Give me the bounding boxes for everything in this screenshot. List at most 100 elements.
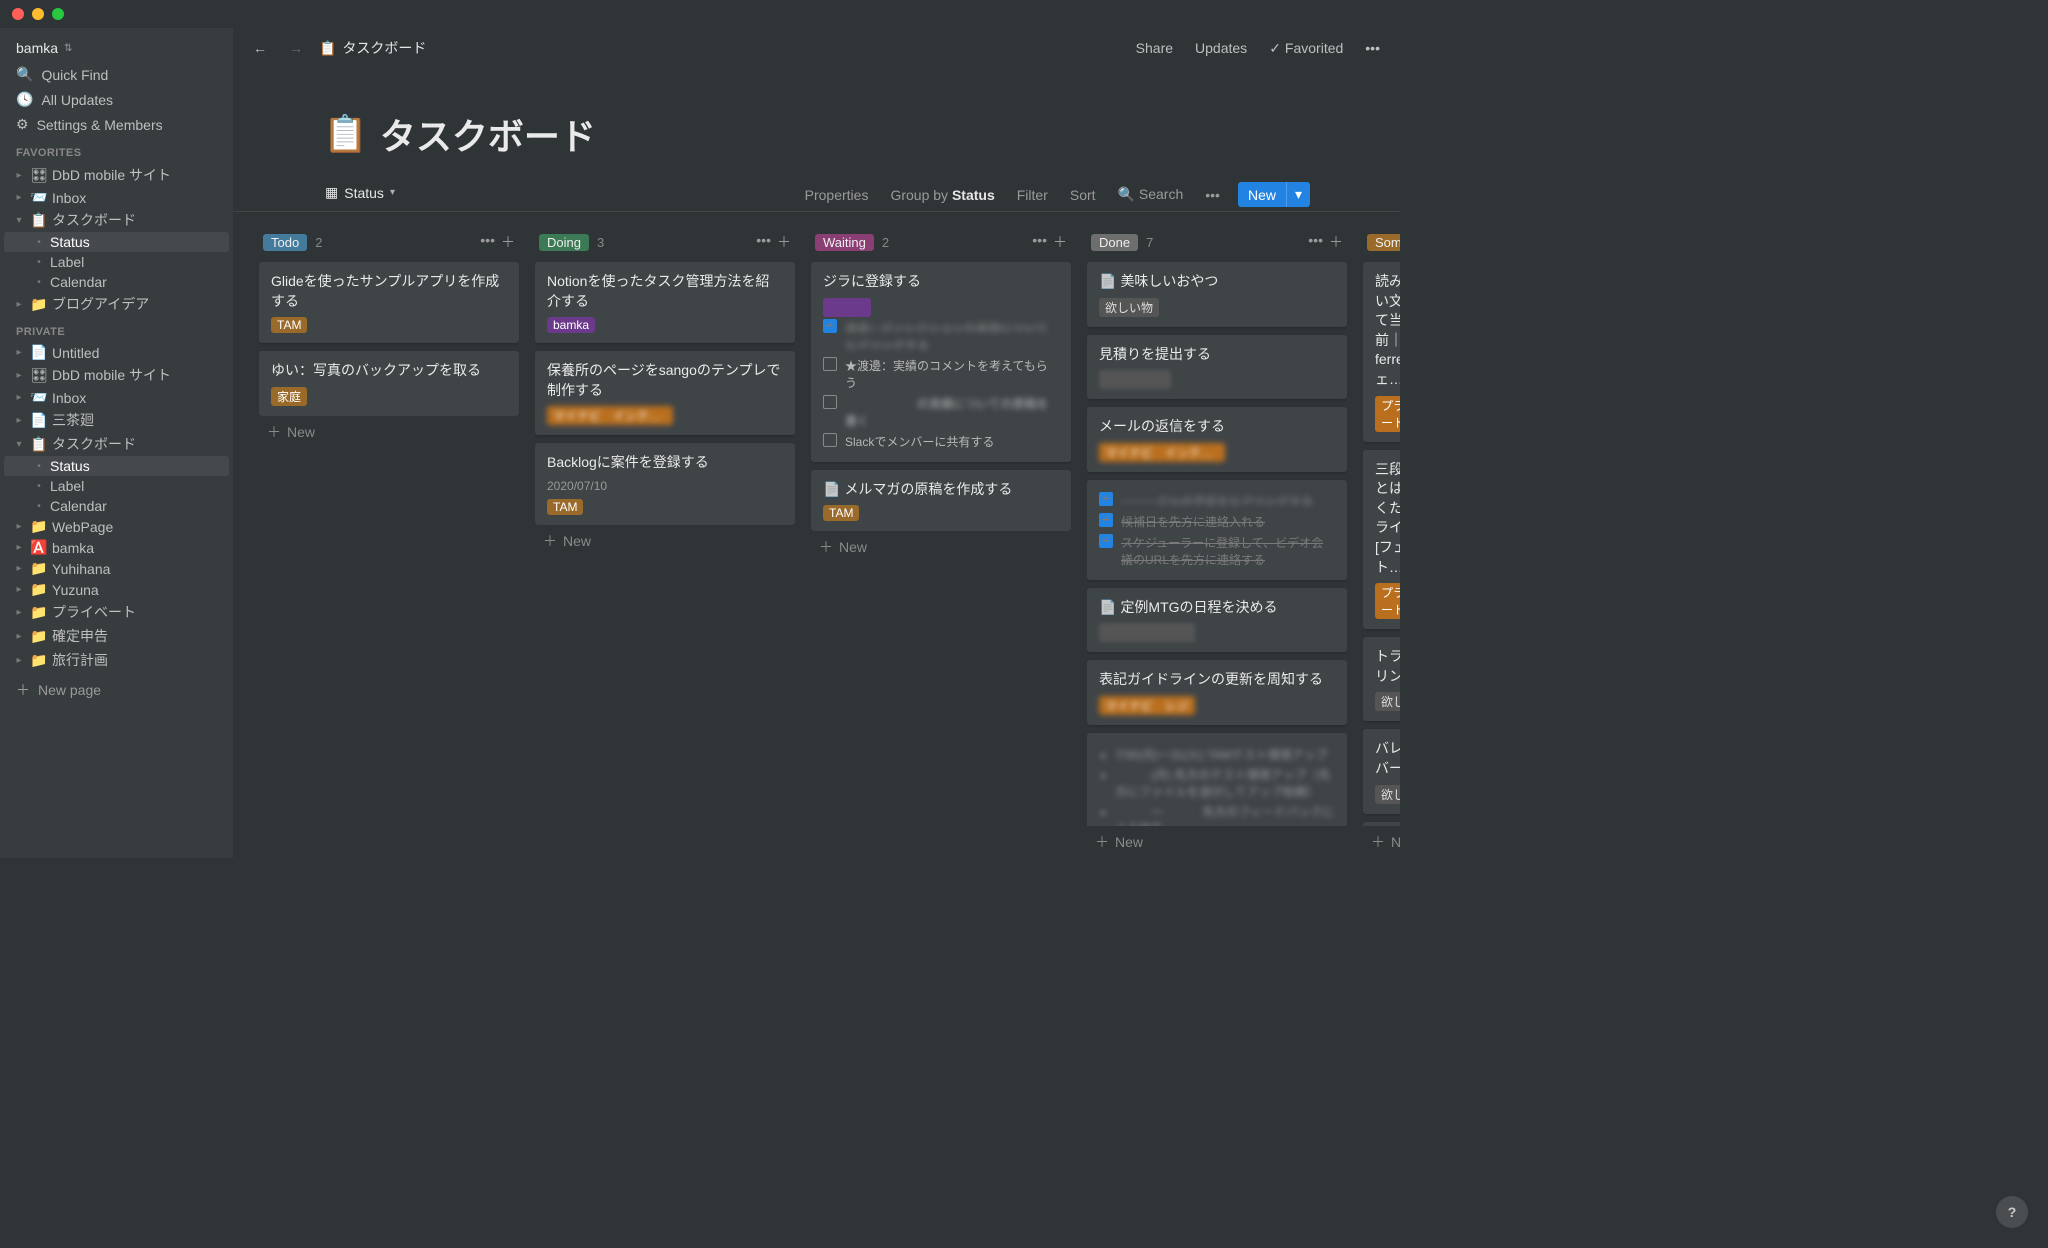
column-name[interactable]: Someday	[1367, 234, 1400, 251]
workspace-switcher[interactable]: bamka ⇅	[4, 34, 229, 62]
checkbox-icon[interactable]: ✓	[1099, 513, 1113, 527]
disclosure-triangle-icon[interactable]: ▸	[12, 631, 26, 642]
sidebar-item[interactable]: ▾📋タスクボード	[4, 208, 229, 232]
sidebar-item[interactable]: ▸📁旅行計画	[4, 648, 229, 672]
page-more-button[interactable]: •••	[1359, 36, 1386, 60]
sidebar-item[interactable]: ▸📁確定申告	[4, 624, 229, 648]
column-add-button[interactable]: ＋	[1329, 232, 1343, 252]
sidebar-subitem[interactable]: •Calendar	[4, 272, 229, 292]
favorite-button[interactable]: ✓ Favorited	[1263, 36, 1349, 61]
column-new-card[interactable]: ＋New	[1363, 826, 1400, 858]
column-new-card[interactable]: ＋New	[535, 525, 795, 557]
sidebar-item[interactable]: ▸📄三茶廻	[4, 408, 229, 432]
board-card[interactable]: Glideを使ったサンプルアプリを作成するTAM	[259, 262, 519, 343]
view-tab-status[interactable]: ▦ Status ▾	[323, 178, 397, 211]
board-card[interactable]: ゆい：写真のバックアップを取る家庭	[259, 351, 519, 416]
checklist-item[interactable]: ✓ さんの予定をヒアリングする	[1099, 490, 1335, 511]
checkbox-icon[interactable]: ✓	[823, 319, 837, 333]
disclosure-triangle-icon[interactable]: ▸	[12, 415, 26, 426]
disclosure-triangle-icon[interactable]: ▸	[12, 584, 26, 595]
board-card[interactable]: Backlogに案件を登録する2020/07/10TAM	[535, 443, 795, 525]
board-card[interactable]: 表記ガイドラインの更新を周知するマイナビ レジ	[1087, 660, 1347, 725]
column-new-card[interactable]: ＋New	[1087, 826, 1347, 858]
disclosure-triangle-icon[interactable]: ▸	[12, 299, 26, 310]
disclosure-triangle-icon[interactable]: ▸	[12, 563, 26, 574]
checkbox-icon[interactable]: ✓	[1099, 492, 1113, 506]
sidebar-item[interactable]: ▸🎛DbD mobile サイト	[4, 363, 229, 387]
quick-find[interactable]: 🔍 Quick Find	[4, 62, 229, 87]
new-record-button[interactable]: New ▾	[1238, 182, 1310, 207]
disclosure-triangle-icon[interactable]: ▸	[12, 347, 26, 358]
all-updates[interactable]: 🕓 All Updates	[4, 87, 229, 112]
board-card[interactable]: 📄定例MTGの日程を決める	[1087, 588, 1347, 653]
board-card[interactable]: 保養所のページをsangoのテンプレで制作するマイナビ インテ．．	[535, 351, 795, 435]
checkbox-icon[interactable]	[823, 357, 837, 371]
disclosure-triangle-icon[interactable]: ▸	[12, 521, 26, 532]
board-card[interactable]: トランポリン欲しい物	[1363, 637, 1400, 721]
board-card[interactable]: ジラに登録する ✓渡邊：ディレクションの実績についてヒアリングする★渡邊：実績の…	[811, 262, 1071, 462]
disclosure-triangle-icon[interactable]: ▸	[12, 392, 26, 403]
column-more-button[interactable]: •••	[480, 232, 495, 252]
sidebar-subitem[interactable]: •Status	[4, 232, 229, 252]
nav-forward-button[interactable]: →	[283, 36, 309, 60]
column-name[interactable]: Done	[1091, 234, 1138, 251]
board-card[interactable]: 7/30(月)〜31(火) TAMテスト環境アップ (月) 先方のテスト環境アッ…	[1087, 733, 1347, 826]
sidebar-item[interactable]: ▸📁プライベート	[4, 600, 229, 624]
board-card[interactable]: 読みやすい文て当たり前｜ferret [フェ…プライベート	[1363, 262, 1400, 442]
new-page-button[interactable]: ＋ New page	[4, 672, 229, 708]
column-add-button[interactable]: ＋	[501, 232, 515, 252]
updates-button[interactable]: Updates	[1189, 36, 1253, 60]
group-by-button[interactable]: Group by Status	[886, 181, 998, 209]
checklist-item[interactable]: Slackでメンバーに共有する	[823, 431, 1059, 452]
filter-button[interactable]: Filter	[1013, 181, 1052, 209]
sort-button[interactable]: Sort	[1066, 181, 1100, 209]
disclosure-triangle-icon[interactable]: ▸	[12, 542, 26, 553]
sidebar-subitem[interactable]: •Label	[4, 252, 229, 272]
column-more-button[interactable]: •••	[756, 232, 771, 252]
checklist-item[interactable]: ✓渡邊：ディレクションの実績についてヒアリングする	[823, 317, 1059, 355]
minimize-window-button[interactable]	[32, 8, 44, 20]
column-name[interactable]: Waiting	[815, 234, 874, 251]
nav-back-button[interactable]: ←	[247, 36, 273, 60]
disclosure-triangle-icon[interactable]: ▸	[12, 607, 26, 618]
disclosure-triangle-icon[interactable]: ▾	[12, 215, 26, 226]
checklist-item[interactable]: ★渡邊：実績のコメントを考えてもらう	[823, 355, 1059, 393]
board-card[interactable]: 見積りを提出する	[1087, 335, 1347, 400]
page-title[interactable]: タスクボード	[380, 108, 596, 160]
sidebar-item[interactable]: ▸📄Untitled	[4, 342, 229, 363]
properties-button[interactable]: Properties	[801, 181, 873, 209]
sidebar-item[interactable]: ▸🎛DbD mobile サイト	[4, 163, 229, 187]
search-button[interactable]: 🔍 Search	[1114, 180, 1188, 209]
disclosure-triangle-icon[interactable]: ▸	[12, 655, 26, 666]
sidebar-item[interactable]: ▸🅰️bamka	[4, 537, 229, 558]
checkbox-icon[interactable]	[823, 433, 837, 447]
board-card[interactable]: 三段論法とはくためのライ[フェレット…プライベート	[1363, 450, 1400, 630]
sidebar-subitem[interactable]: •Label	[4, 476, 229, 496]
column-more-button[interactable]: •••	[1032, 232, 1047, 252]
close-window-button[interactable]	[12, 8, 24, 20]
checkbox-icon[interactable]: ✓	[1099, 534, 1113, 548]
column-more-button[interactable]: •••	[1308, 232, 1323, 252]
sidebar-item[interactable]: ▾📋タスクボード	[4, 432, 229, 456]
sidebar-item[interactable]: ▸📁WebPage	[4, 516, 229, 537]
disclosure-triangle-icon[interactable]: ▸	[12, 192, 26, 203]
column-new-card[interactable]: ＋New	[259, 416, 519, 448]
board-card[interactable]: メールの返信をするマイナビ インテ．．	[1087, 407, 1347, 472]
sidebar-subitem[interactable]: •Calendar	[4, 496, 229, 516]
page-emoji[interactable]: 📋	[323, 113, 368, 155]
column-add-button[interactable]: ＋	[1053, 232, 1067, 252]
sidebar-subitem[interactable]: •Status	[4, 456, 229, 476]
db-more-button[interactable]: •••	[1201, 181, 1224, 209]
board-card[interactable]: 📄美味しいおやつ欲しい物	[1087, 262, 1347, 327]
help-button[interactable]: ?	[1996, 1196, 2028, 1228]
sidebar-item[interactable]: ▸📨Inbox	[4, 187, 229, 208]
column-name[interactable]: Doing	[539, 234, 589, 251]
board-card[interactable]: 📄メルマガの原稿を作成するTAM	[811, 470, 1071, 532]
checklist-item[interactable]: ✓候補日を先方に連絡入れる	[1099, 511, 1335, 532]
disclosure-triangle-icon[interactable]: ▸	[12, 170, 26, 181]
sidebar-item[interactable]: ▸📁Yuzuna	[4, 579, 229, 600]
settings-members[interactable]: ⚙︎ Settings & Members	[4, 112, 229, 137]
chevron-down-icon[interactable]: ▾	[1286, 182, 1310, 207]
board-card[interactable]: バレエのバー欲しい物	[1363, 729, 1400, 813]
sidebar-item[interactable]: ▸📁ブログアイデア	[4, 292, 229, 316]
